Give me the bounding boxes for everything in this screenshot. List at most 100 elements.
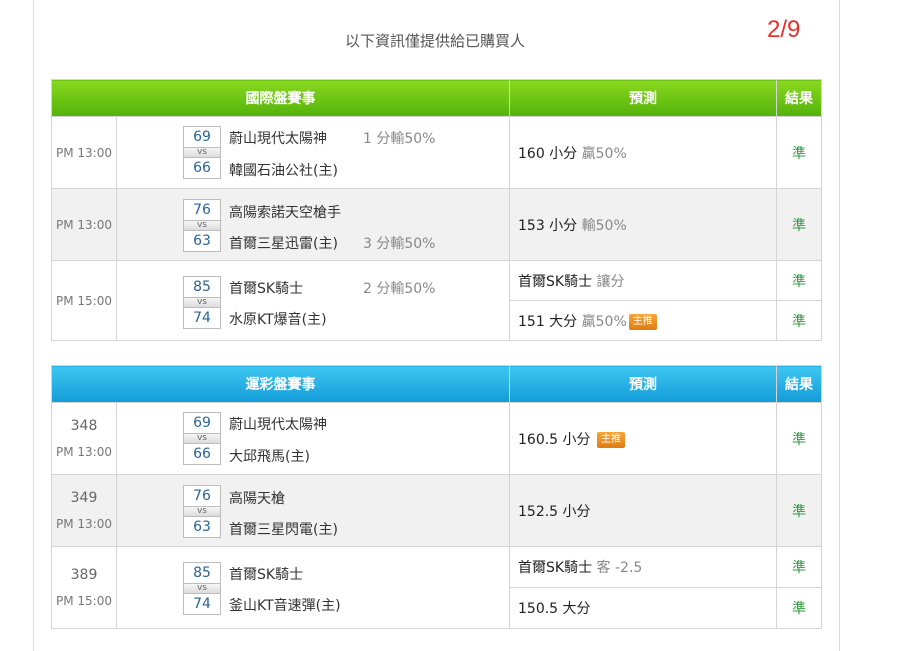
home-score: 63: [183, 516, 221, 538]
table-row: PM 13:00 69 vs 66 蔚山現代太陽神 1 分輸50% 韓國石油公社…: [51, 116, 822, 189]
page-container: 以下資訊僅提供給已購買人 2/9 國際盤賽事 預測 結果 PM 13:00 69…: [0, 0, 915, 651]
prediction-value: 150.5 大分: [518, 601, 591, 617]
handicap-text: 3 分輸50%: [363, 236, 436, 252]
prediction-cell: 153 小分 輸50%: [509, 188, 777, 261]
result-cell: 準: [776, 546, 822, 588]
home-score: 74: [183, 307, 221, 329]
prediction-rate: 讓分: [596, 273, 625, 290]
home-team: 釜山KT音速彈(主): [229, 598, 341, 614]
sports-lottery-table: 運彩盤賽事 預測 結果 348 PM 13:00 69 vs 66 蔚山現代太陽…: [51, 365, 822, 629]
page-indicator: 2/9: [767, 16, 801, 43]
away-score: 76: [183, 485, 221, 507]
matchup-cell: 76 vs 63 高陽索諾天空槍手 首爾三星迅雷(主) 3 分輸50%: [116, 188, 510, 261]
score-box: 85 vs 74: [183, 562, 221, 615]
score-box: 76 vs 63: [183, 199, 221, 252]
prediction-value: 153 小分: [518, 217, 578, 234]
result-cell: 準: [776, 300, 822, 341]
away-team: 首爾SK騎士: [229, 567, 304, 583]
home-team: 首爾三星閃電(主): [229, 522, 338, 538]
table-row: 348 PM 13:00 69 vs 66 蔚山現代太陽神 大邱飛馬(主) 16…: [51, 402, 822, 475]
prediction-cell: 160 小分 贏50%: [509, 116, 777, 189]
result-cell: 準: [776, 402, 822, 475]
vs-label: vs: [183, 298, 221, 307]
away-team: 高陽索諾天空槍手: [229, 205, 341, 221]
home-team: 首爾三星迅雷(主): [229, 236, 338, 252]
vs-label: vs: [183, 221, 221, 230]
away-team: 蔚山現代太陽神: [229, 131, 327, 147]
game-number: 349: [70, 489, 98, 506]
result-cell: 準: [776, 474, 822, 547]
score-box: 85 vs 74: [183, 276, 221, 329]
featured-pick-badge: 主推: [628, 313, 657, 330]
home-score: 66: [183, 443, 221, 465]
table-row: PM 13:00 76 vs 63 高陽索諾天空槍手 首爾三星迅雷(主) 3 分…: [51, 188, 822, 261]
matchup-cell: 76 vs 63 高陽天槍 首爾三星閃電(主): [116, 474, 510, 547]
away-score: 69: [183, 412, 221, 434]
prediction-cell: 150.5 大分: [509, 587, 777, 629]
home-score: 74: [183, 593, 221, 615]
international-prediction-header: 預測: [509, 79, 777, 117]
game-info: 348 PM 13:00: [51, 402, 117, 475]
prediction-rate: 客 -2.5: [596, 560, 643, 576]
prediction-rate: 贏50%: [581, 313, 627, 330]
game-time: PM 15:00: [51, 260, 117, 341]
lottery-event-header: 運彩盤賽事: [51, 365, 510, 403]
handicap-text: 1 分輸50%: [363, 131, 436, 147]
table-row: 349 PM 13:00 76 vs 63 高陽天槍 首爾三星閃電(主) 152…: [51, 474, 822, 547]
away-team: 高陽天槍: [229, 491, 285, 507]
international-event-header: 國際盤賽事: [51, 79, 510, 117]
prediction-rate: 贏50%: [581, 145, 627, 162]
game-number: 348: [70, 417, 98, 434]
matchup-cell: 69 vs 66 蔚山現代太陽神 大邱飛馬(主): [116, 402, 510, 475]
purchaser-notice: 以下資訊僅提供給已購買人: [344, 32, 525, 50]
featured-pick-badge: 主推: [596, 431, 625, 448]
table-row: 389 PM 15:00 85 vs 74 首爾SK騎士 釜山KT音速彈(主) …: [51, 546, 822, 629]
away-score: 85: [183, 562, 221, 584]
game-time: PM 13:00: [51, 116, 117, 189]
prediction-value: 151 大分: [518, 313, 578, 330]
lottery-result-header: 結果: [776, 365, 822, 403]
game-time: PM 13:00: [56, 444, 112, 459]
away-score: 76: [183, 199, 221, 221]
prediction-value: 首爾SK騎士: [518, 273, 593, 290]
game-number: 389: [70, 566, 98, 583]
left-border: [33, 0, 34, 651]
vs-label: vs: [183, 507, 221, 516]
result-cell: 準: [776, 587, 822, 629]
international-table: 國際盤賽事 預測 結果 PM 13:00 69 vs 66 蔚山現代太陽神 1 …: [51, 79, 822, 341]
home-score: 66: [183, 157, 221, 179]
vs-label: vs: [183, 434, 221, 443]
game-time: PM 13:00: [56, 516, 112, 531]
vs-label: vs: [183, 148, 221, 157]
prediction-rate: 輸50%: [581, 217, 627, 234]
result-cell: 準: [776, 260, 822, 301]
prediction-value: 152.5 小分: [518, 503, 591, 520]
home-team: 水原KT爆音(主): [229, 312, 327, 328]
matchup-cell: 85 vs 74 首爾SK騎士 2 分輸50% 水原KT爆音(主): [116, 260, 510, 341]
result-cell: 準: [776, 188, 822, 261]
away-score: 69: [183, 126, 221, 148]
handicap-text: 2 分輸50%: [363, 281, 436, 297]
result-cell: 準: [776, 116, 822, 189]
game-time: PM 15:00: [56, 593, 112, 608]
prediction-value: 160 小分: [518, 145, 578, 162]
score-box: 76 vs 63: [183, 485, 221, 538]
home-score: 63: [183, 230, 221, 252]
prediction-cell: 152.5 小分: [509, 474, 777, 547]
international-header-row: 國際盤賽事 預測 結果: [51, 79, 822, 117]
home-team: 韓國石油公社(主): [229, 163, 338, 179]
matchup-cell: 69 vs 66 蔚山現代太陽神 1 分輸50% 韓國石油公社(主): [116, 116, 510, 189]
table-row: PM 15:00 85 vs 74 首爾SK騎士 2 分輸50% 水原KT爆音(…: [51, 260, 822, 341]
prediction-cell: 首爾SK騎士 客 -2.5: [509, 546, 777, 588]
lottery-prediction-header: 預測: [509, 365, 777, 403]
international-result-header: 結果: [776, 79, 822, 117]
vs-label: vs: [183, 584, 221, 593]
score-box: 69 vs 66: [183, 126, 221, 179]
lottery-header-row: 運彩盤賽事 預測 結果: [51, 365, 822, 403]
prediction-value: 首爾SK騎士: [518, 560, 593, 576]
prediction-value: 160.5 小分: [518, 431, 591, 448]
prediction-cell: 151 大分 贏50% 主推: [509, 300, 777, 341]
matchup-cell: 85 vs 74 首爾SK騎士 釜山KT音速彈(主): [116, 546, 510, 629]
home-team: 大邱飛馬(主): [229, 449, 310, 465]
game-time: PM 13:00: [51, 188, 117, 261]
